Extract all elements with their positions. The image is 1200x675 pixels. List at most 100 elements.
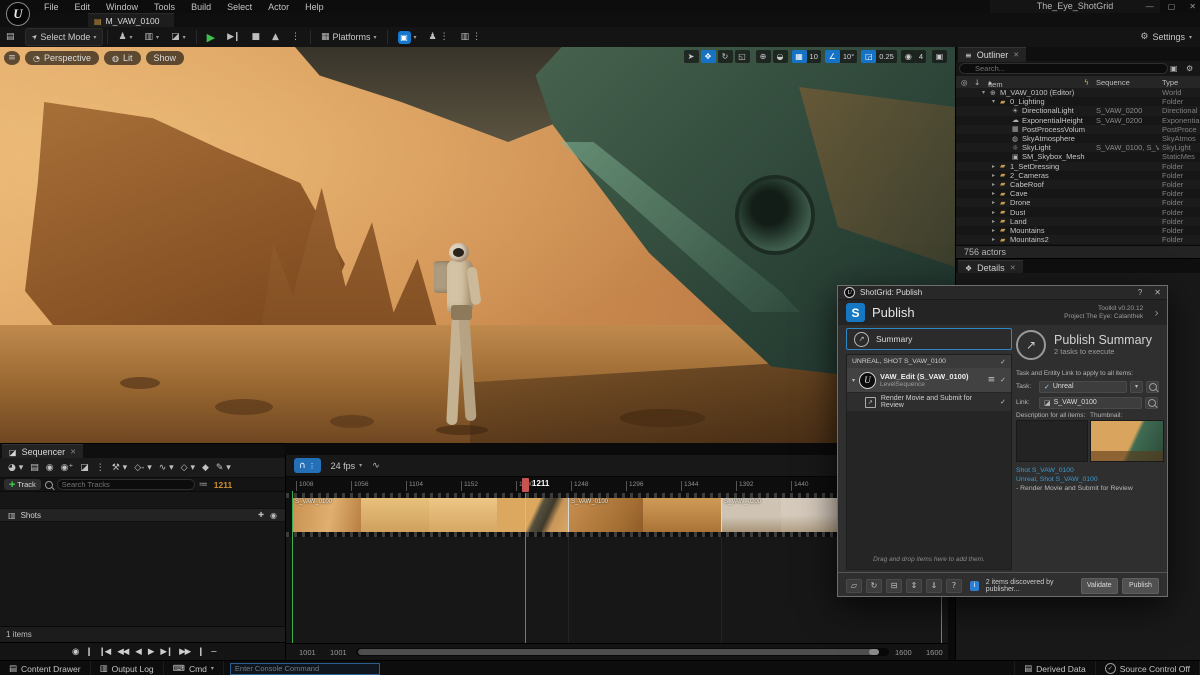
entity-link[interactable]: Unreal, Shot S_VAW_0100 — [1016, 475, 1166, 484]
blueprints-dropdown[interactable]: ▥▾ — [139, 29, 166, 45]
expand-arrow-icon[interactable]: ▾ — [852, 377, 855, 384]
transport-button[interactable]: ▶❙ — [160, 647, 172, 657]
outliner-row[interactable]: ☼ SkyLight S_VAW_0100, S_VAW_0100, S_ Sk… — [956, 143, 1200, 152]
outliner-row[interactable]: ▸ ▰ Cave Folder — [956, 189, 1200, 198]
description-textarea[interactable] — [1016, 420, 1088, 462]
transport-button[interactable]: ◉ — [72, 647, 78, 657]
dialog-title-bar[interactable]: U ShotGrid: Publish ? ✕ — [838, 286, 1167, 300]
shot-thumbnail[interactable] — [781, 498, 841, 532]
outliner-row[interactable]: ▦ PostProcessVolum PostProce — [956, 125, 1200, 134]
rotate-tool[interactable]: ↻ — [718, 50, 733, 63]
play-button[interactable]: ▶ — [201, 29, 221, 45]
menu-item[interactable]: Tools — [154, 2, 175, 12]
column-type[interactable]: Type — [1162, 78, 1178, 87]
outliner-folder-button[interactable]: ▣ — [1170, 64, 1178, 73]
expand-arrow-icon[interactable]: ▸ — [992, 190, 1000, 197]
playhead-marker[interactable] — [522, 478, 529, 492]
dialog-footer-icon-button[interactable]: ⊟ — [886, 579, 902, 593]
sequencer-toolbar-icon[interactable]: ∿ ▾ — [159, 463, 174, 473]
minimize-button[interactable]: — — [1146, 2, 1154, 11]
expand-arrow-icon[interactable]: ▸ — [992, 218, 1000, 225]
eject-button[interactable]: ▲ — [266, 29, 285, 45]
eye-icon[interactable]: ◎ — [961, 78, 968, 87]
derived-data-button[interactable]: ▤ Derived Data — [1014, 661, 1096, 675]
outliner-settings-button[interactable]: ⚙ — [1186, 64, 1193, 73]
stop-button[interactable]: ■ — [246, 29, 267, 45]
scale-tool[interactable]: ◱ — [735, 50, 750, 63]
surface-snap-toggle[interactable]: ◒ — [773, 50, 788, 63]
pin-icon[interactable]: ↓ — [974, 78, 980, 87]
curve-editor-button[interactable]: ∿ — [372, 461, 380, 471]
transport-button[interactable]: ◀◀ — [117, 647, 128, 657]
outliner-row[interactable]: ▸ ▰ Dust Folder — [956, 207, 1200, 216]
maximize-button[interactable]: ▢ — [1168, 2, 1176, 11]
menu-item[interactable]: Help — [305, 2, 324, 12]
menu-item[interactable]: File — [44, 2, 59, 12]
playhead-line[interactable] — [525, 493, 526, 643]
add-actor-dropdown[interactable]: ♟▾ — [112, 29, 138, 45]
expand-arrow-icon[interactable]: ▸ — [992, 163, 1000, 170]
skip-button[interactable]: ▶❙ — [221, 29, 245, 45]
play-options-button[interactable]: ⋮ — [285, 29, 306, 45]
track-search-input[interactable] — [57, 479, 195, 490]
link-search-button[interactable] — [1145, 397, 1158, 409]
shot-thumbnail[interactable]: S_VAW_0200 — [721, 498, 781, 532]
expand-arrow-icon[interactable]: ▸ — [992, 172, 1000, 179]
column-sequence[interactable]: Sequence — [1096, 78, 1130, 87]
range-end-value[interactable]: 1600 — [926, 648, 943, 657]
outliner-search-input[interactable] — [959, 63, 1168, 74]
select-tool[interactable]: ➤ — [684, 50, 699, 63]
entity-link[interactable]: Shot S_VAW_0100 — [1016, 466, 1166, 475]
level-tab[interactable]: ▤ M_VAW_0100 — [88, 13, 174, 28]
outliner-row[interactable]: ▸ ▰ 1_SetDressing Folder — [956, 162, 1200, 171]
menu-item[interactable]: Build — [191, 2, 211, 12]
chevron-right-icon[interactable]: › — [1154, 306, 1159, 320]
check-icon[interactable]: ✓ — [1000, 376, 1006, 384]
timeline-scrollbar-thumb[interactable] — [358, 649, 879, 655]
outliner-row[interactable]: ▸ ▰ CabeRoof Folder — [956, 180, 1200, 189]
outliner-row[interactable]: ☀ DirectionalLight S_VAW_0200 Directiona… — [956, 106, 1200, 115]
sequencer-toolbar-icon[interactable]: ◉⁺ — [61, 463, 74, 473]
shot-thumbnail[interactable]: S_VAW_0100 — [293, 498, 361, 532]
close-icon[interactable]: ✕ — [70, 448, 76, 456]
publish-item-row[interactable]: ▾ U VAW_Edit (S_VAW_0100) LevelSequence … — [847, 368, 1011, 392]
close-icon[interactable]: ✕ — [1010, 264, 1016, 272]
content-drawer-button[interactable]: ▤ Content Drawer — [0, 661, 91, 675]
view-end-value[interactable]: 1600 — [895, 648, 912, 657]
dialog-footer-icon-button[interactable]: ↻ — [866, 579, 882, 593]
publish-group-header[interactable]: UNREAL, SHOT S_VAW_0100 ✓ — [847, 355, 1011, 368]
close-button[interactable]: ✕ — [1189, 2, 1196, 11]
transport-button[interactable]: − — [210, 647, 216, 657]
sequencer-toolbar-icon[interactable]: ✎ ▾ — [216, 463, 231, 473]
menu-item[interactable]: Window — [106, 2, 138, 12]
world-space-toggle[interactable]: ⊕ — [756, 50, 771, 63]
shot-thumbnail[interactable] — [497, 498, 568, 532]
outliner-row[interactable]: ◍ SkyAtmosphere SkyAtmos — [956, 134, 1200, 143]
sequencer-toolbar-icon[interactable]: ⚒ ▾ — [112, 463, 127, 473]
tab-outliner[interactable]: ≡ Outliner ✕ — [958, 47, 1026, 62]
outliner-row[interactable]: ▸ ▰ Mountains Folder — [956, 226, 1200, 235]
timeline-scrollbar[interactable] — [356, 648, 889, 656]
output-log-button[interactable]: ▥ Output Log — [91, 661, 164, 675]
move-tool[interactable]: ✥ — [701, 50, 716, 63]
publish-task-row[interactable]: ↗ Render Movie and Submit for Review ✓ — [847, 392, 1011, 411]
range-start-marker[interactable] — [292, 491, 293, 643]
check-icon[interactable]: ✓ — [1000, 358, 1006, 366]
transport-button[interactable]: ▶▶ — [179, 647, 190, 657]
source-control-button[interactable]: ✓ Source Control Off — [1096, 661, 1200, 675]
maximize-viewport-button[interactable]: ▣ — [932, 50, 947, 63]
sequencer-toolbar-icon[interactable]: ◇- ▾ — [134, 463, 152, 473]
menu-item[interactable]: Actor — [268, 2, 289, 12]
dialog-footer-icon-button[interactable]: ⇕ — [906, 579, 922, 593]
expand-arrow-icon[interactable]: ▸ — [992, 209, 1000, 216]
view-start-value[interactable]: 1001 — [330, 648, 347, 657]
dialog-close-button[interactable]: ✕ — [1154, 288, 1161, 297]
outliner-row[interactable]: ▾ ⊕ M_VAW_0100 (Editor) World — [956, 88, 1200, 97]
transport-button[interactable]: ◀ — [135, 647, 141, 657]
transport-button[interactable]: ❙ — [85, 647, 91, 657]
shot-thumbnail[interactable] — [643, 498, 721, 532]
sequencer-toolbar-icon[interactable]: ◪ — [80, 463, 89, 473]
outliner-row[interactable]: ▣ SM_Skybox_Mesh StaticMes — [956, 152, 1200, 161]
expand-arrow-icon[interactable]: ▸ — [992, 236, 1000, 243]
expand-arrow-icon[interactable]: ▾ — [992, 98, 1000, 105]
